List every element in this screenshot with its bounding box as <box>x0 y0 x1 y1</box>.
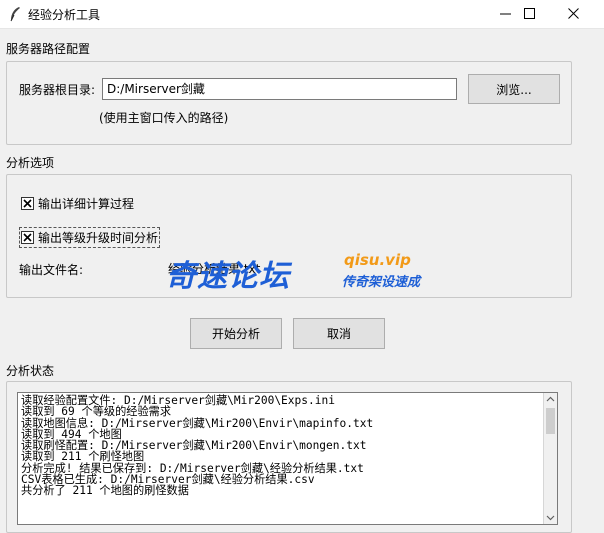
status-log[interactable]: 读取经验配置文件: D:/Mirserver剑藏\Mir200\Exps.ini… <box>17 392 558 525</box>
log-line: 读取到 69 个等级的经验需求 <box>21 405 172 419</box>
cancel-button[interactable]: 取消 <box>293 318 385 349</box>
checkmark-icon <box>23 233 32 242</box>
detail-checkbox[interactable] <box>21 197 34 210</box>
maximize-button[interactable] <box>508 0 552 28</box>
feather-app-icon <box>8 6 22 22</box>
maximize-icon <box>524 8 535 19</box>
scroll-down-arrow-icon[interactable] <box>544 511 557 524</box>
root-dir-label: 服务器根目录: <box>19 83 96 97</box>
level-checkbox[interactable] <box>21 231 34 244</box>
checkmark-icon <box>23 199 32 208</box>
status-section-heading: 分析状态 <box>6 364 55 378</box>
level-checkbox-row[interactable]: 输出等级升级时间分析 <box>18 227 161 248</box>
browse-button[interactable]: 浏览... <box>468 74 560 104</box>
scroll-up-arrow-icon[interactable] <box>544 393 557 406</box>
output-filename-label: 输出文件名: <box>19 263 84 277</box>
scroll-thumb[interactable] <box>546 408 555 434</box>
path-hint-text: (使用主窗口传入的路径) <box>99 111 229 125</box>
watermark-main-text: 奇速论坛 <box>166 259 290 294</box>
close-icon <box>568 8 579 19</box>
options-section-heading: 分析选项 <box>6 156 55 170</box>
log-line: 共分析了 211 个地图的刷怪数据 <box>21 484 189 498</box>
server-section-heading: 服务器路径配置 <box>6 42 91 56</box>
watermark-url-text: qisu.vip <box>344 251 411 269</box>
start-analysis-button[interactable]: 开始分析 <box>190 318 282 349</box>
detail-checkbox-row[interactable]: 输出详细计算过程 <box>21 195 134 212</box>
close-button[interactable] <box>552 0 596 28</box>
log-lines: 读取经验配置文件: D:/Mirserver剑藏\Mir200\Exps.ini… <box>21 395 373 497</box>
detail-checkbox-label: 输出详细计算过程 <box>38 197 135 211</box>
watermark-sub-text: 传奇架设速成 <box>342 275 421 290</box>
window-title: 经验分析工具 <box>28 8 101 22</box>
root-dir-input[interactable]: D:/Mirserver剑藏 <box>102 78 457 100</box>
log-scrollbar[interactable] <box>543 393 557 524</box>
title-bar: 经验分析工具 <box>0 0 604 29</box>
watermark-logo: 奇速论坛 qisu.vip 传奇架设速成 <box>166 251 446 294</box>
level-checkbox-label: 输出等级升级时间分析 <box>38 231 159 245</box>
server-config-group: 服务器根目录: D:/Mirserver剑藏 浏览... (使用主窗口传入的路径… <box>6 61 572 145</box>
